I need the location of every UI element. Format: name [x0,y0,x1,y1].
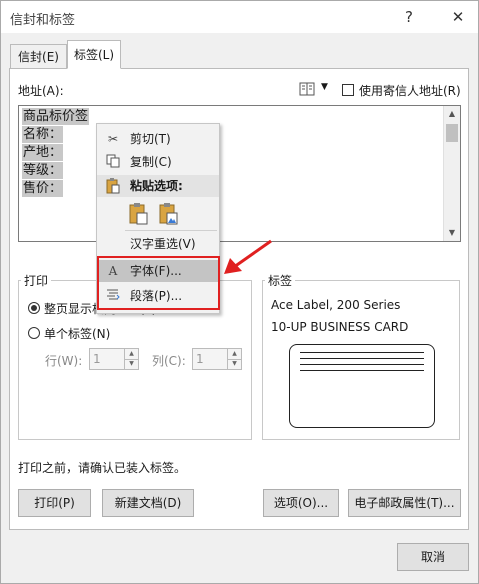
address-line: 产地： [22,144,64,161]
menu-item-label: 剪切(T) [130,132,171,146]
menu-item-label: 粘贴选项: [130,179,183,193]
scroll-down-icon[interactable]: ▼ [444,225,460,241]
new-document-button[interactable]: 新建文档(D) [102,489,194,517]
load-labels-notice: 打印之前，请确认已装入标签。 [18,461,187,475]
use-return-address-checkbox[interactable] [342,84,354,96]
menu-item-reconvert[interactable]: 汉字重选(V) [97,233,219,255]
row-label: 行(W): [45,354,83,368]
col-value: 1 [196,352,204,366]
paste-keep-formatting-icon[interactable] [129,203,149,225]
single-label-radio[interactable] [28,327,40,339]
menu-item-label: 汉字重选(V) [130,237,196,251]
paste-picture-icon[interactable] [159,203,179,225]
label-preview-image[interactable] [289,344,435,428]
row-value: 1 [93,352,101,366]
label-vendor[interactable]: Ace Label, 200 Series [271,298,400,312]
highlight-annotation-box [97,256,220,310]
tab-labels[interactable]: 标签(L) [67,40,121,69]
help-button[interactable]: ? [398,6,420,28]
epostage-properties-button[interactable]: 电子邮政属性(T)... [348,489,461,517]
single-label-label: 单个标签(N) [44,327,111,341]
col-stepper[interactable]: 1 ▲ ▼ [192,348,242,370]
row-stepper[interactable]: 1 ▲ ▼ [89,348,139,370]
menu-item-label: 复制(C) [130,155,172,169]
address-scrollbar[interactable]: ▲ ▼ [443,106,460,241]
scroll-up-icon[interactable]: ▲ [444,106,460,122]
tab-envelopes[interactable]: 信封(E) [10,44,67,68]
address-line: 商品标价签 [22,108,90,125]
address-line: 等级： [22,162,64,179]
address-textarea[interactable]: 商品标价签 名称： 产地： 等级： 售价： ▲ ▼ [18,105,461,242]
stepper-down-icon[interactable]: ▼ [227,359,241,369]
print-group-title: 打印 [21,272,52,289]
title-bar: 信封和标签 ? ✕ [1,1,478,33]
use-return-address-label: 使用寄信人地址(R) [359,84,461,98]
red-arrow-icon [224,239,272,274]
address-line: 名称： [22,126,64,143]
menu-item-copy[interactable]: 复制(C) [97,151,219,173]
copy-icon [105,154,121,170]
col-label: 列(C): [152,354,186,368]
clipboard-icon [105,178,121,194]
address-book-icon[interactable] [299,82,317,96]
close-button[interactable]: ✕ [447,6,469,28]
cancel-button[interactable]: 取消 [397,543,469,571]
label-product[interactable]: 10-UP BUSINESS CARD [271,320,408,334]
address-line: 售价： [22,180,64,197]
scissors-icon: ✂ [107,132,119,146]
address-label: 地址(A): [18,84,64,98]
scroll-thumb[interactable] [446,124,458,142]
stepper-down-icon[interactable]: ▼ [124,359,138,369]
menu-item-cut[interactable]: ✂ 剪切(T) [97,128,219,150]
menu-header-paste-options: 粘贴选项: [97,175,219,197]
full-page-radio[interactable] [28,302,40,314]
chevron-down-icon[interactable]: ▼ [321,82,328,92]
print-button[interactable]: 打印(P) [18,489,91,517]
window-title: 信封和标签 [10,13,76,28]
options-button[interactable]: 选项(O)... [263,489,339,517]
